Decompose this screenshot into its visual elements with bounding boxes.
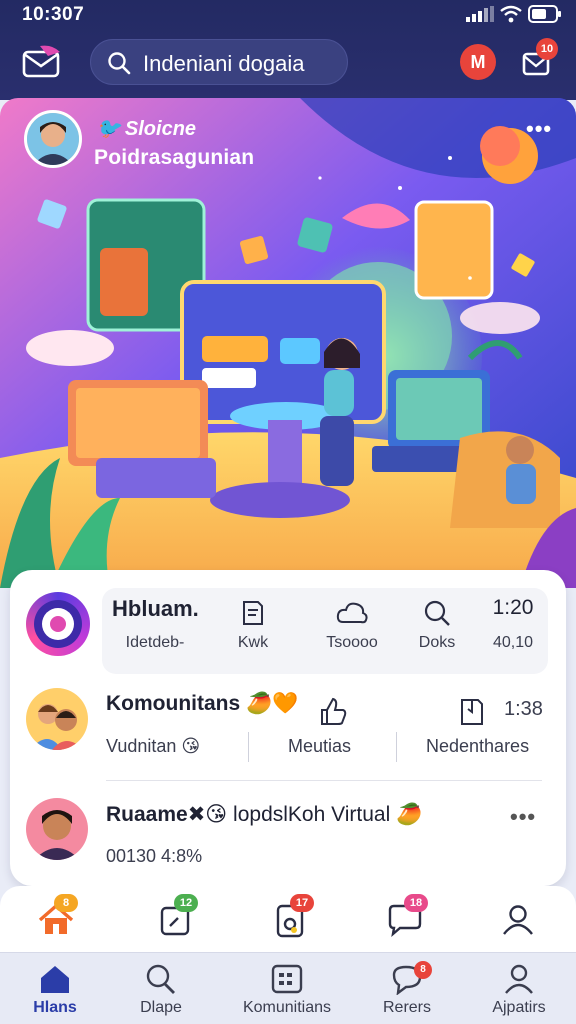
post-meta-text: Vudnitan [106, 736, 177, 756]
stat-label: Kwk [237, 634, 269, 651]
profile-action-button[interactable] [498, 900, 538, 940]
nav-item-communities[interactable]: Komunitians [226, 961, 348, 1024]
create-action-button[interactable]: 12 [156, 894, 198, 940]
grid-icon [271, 964, 303, 994]
nav-item-profile[interactable]: Ajpatirs [464, 961, 574, 1024]
notifications-button[interactable]: 10 [518, 38, 558, 80]
like-icon[interactable] [316, 696, 348, 728]
nav-label: Komunitians [242, 999, 332, 1016]
post-author-emoji: ✖😘 [187, 803, 228, 826]
page-icon [243, 601, 263, 625]
notification-badge: 10 [536, 38, 558, 60]
divider [396, 732, 397, 762]
post-item[interactable]: Komounitans 🥭🧡 1:38 Vudnitan 😘 Meutias N… [26, 688, 554, 778]
profile-icon [505, 964, 533, 994]
post-title: lopdslKoh Virtual [233, 803, 391, 826]
nav-badge: 8 [414, 961, 432, 979]
action-bar: 8 12 17 18 [0, 886, 576, 952]
hero-banner[interactable]: 🐦 Sloicne Poidrasagunian ••• [0, 98, 576, 588]
avatar [27, 113, 79, 165]
stat-label: Idetdeb- [125, 634, 185, 651]
badge: 12 [174, 894, 198, 912]
post-meta: 00130 4:8% [106, 846, 203, 866]
hero-handle-text: Sloicne [124, 118, 197, 140]
feed-card: Hbluam. Idetdeb- Kwk Tsoooo Doks 1:20 40… [10, 570, 566, 886]
more-options-button[interactable]: ••• [526, 116, 552, 142]
more-options-button[interactable]: ••• [510, 804, 536, 830]
divider [106, 780, 542, 781]
post-title-emoji: 🥭 [396, 803, 423, 826]
mail-icon[interactable] [22, 44, 62, 80]
avatar[interactable] [26, 798, 88, 860]
post-meta-emoji: 😘 [181, 736, 201, 756]
stats-row: Hbluam. Idetdeb- Kwk Tsoooo Doks 1:20 40… [26, 588, 554, 674]
post-meta-secondary[interactable]: Meutias [288, 736, 351, 757]
hero-creator-avatar[interactable] [24, 110, 82, 168]
stats-panel: Hbluam. Idetdeb- Kwk Tsoooo Doks 1:20 40… [102, 588, 548, 674]
nav-label: Ajpatirs [492, 999, 546, 1016]
divider [248, 732, 249, 762]
battery-icon [528, 5, 561, 23]
post-meta-tertiary[interactable]: Nedenthares [426, 736, 529, 757]
search-bar[interactable]: Indeniani dogaia [90, 39, 348, 85]
signal-icon [466, 6, 494, 22]
hero-handle: 🐦 Sloicne [96, 116, 196, 141]
search-icon [424, 600, 450, 626]
nav-item-discover[interactable]: Dlape [106, 961, 216, 1024]
post-meta: Vudnitan 😘 [106, 736, 200, 757]
avatar[interactable] [26, 688, 88, 750]
post-count: 1:38 [504, 698, 543, 720]
badge: 17 [290, 894, 314, 912]
story-ring-avatar[interactable] [26, 592, 90, 656]
messages-action-button[interactable]: 18 [386, 894, 428, 940]
media-action-button[interactable]: 17 [272, 894, 314, 940]
nav-label: Rerers [382, 999, 431, 1016]
stat-item[interactable]: Tsoooo [302, 596, 402, 666]
cloud-icon [336, 602, 368, 624]
stat-label: Tsoooo [326, 634, 378, 651]
post-author-emoji: 🥭🧡 [246, 692, 299, 715]
post-author-name: Komounitans [106, 692, 241, 715]
stat-item[interactable]: Hbluam. Idetdeb- [112, 596, 199, 666]
nav-label: Hlans [33, 999, 77, 1016]
nav-item-home[interactable]: Hlans [0, 961, 110, 1024]
search-icon [146, 964, 175, 994]
badge: 8 [54, 894, 78, 912]
nav-item-messages[interactable]: 8 Rerers [352, 961, 462, 1024]
bookmark-icon[interactable] [458, 696, 486, 728]
home-icon [41, 966, 69, 993]
status-time: 10:307 [22, 4, 85, 25]
post-item[interactable]: Ruaame✖😘 lopdslKoh Virtual 🥭 ••• 00130 4… [26, 798, 554, 888]
search-icon [108, 52, 131, 75]
stat-item[interactable]: 1:20 40,10 [482, 596, 544, 666]
stat-label: 40,10 [492, 634, 534, 651]
profile-icon [503, 905, 533, 935]
stat-title: 1:20 [492, 596, 534, 619]
wifi-icon [500, 5, 522, 23]
home-action-button[interactable]: 8 [36, 894, 78, 940]
hero-illustration [0, 98, 576, 588]
stat-item[interactable]: Kwk [214, 596, 292, 666]
post-author: Komounitans 🥭🧡 [106, 692, 298, 716]
stat-title: Hbluam. [112, 596, 199, 621]
hero-title: Poidrasagunian [94, 146, 255, 169]
nav-label: Dlape [140, 999, 182, 1016]
stat-item[interactable]: Doks [402, 596, 472, 666]
status-bar: 10:307 [0, 0, 576, 30]
bottom-navigation: Hlans Dlape Komunitians 8 Rerers Ajpatir… [0, 952, 576, 1024]
bird-icon: 🐦 [96, 118, 121, 140]
stat-label: Doks [418, 634, 456, 651]
search-input[interactable]: Indeniani dogaia [143, 51, 304, 77]
badge: 18 [404, 894, 428, 912]
post-author-name: Ruaame [106, 803, 188, 826]
top-bar: 10:307 Indeniani dogaia M 10 [0, 0, 576, 100]
profile-avatar-button[interactable]: M [460, 44, 496, 80]
post-author: Ruaame✖😘 lopdslKoh Virtual 🥭 [106, 802, 422, 827]
